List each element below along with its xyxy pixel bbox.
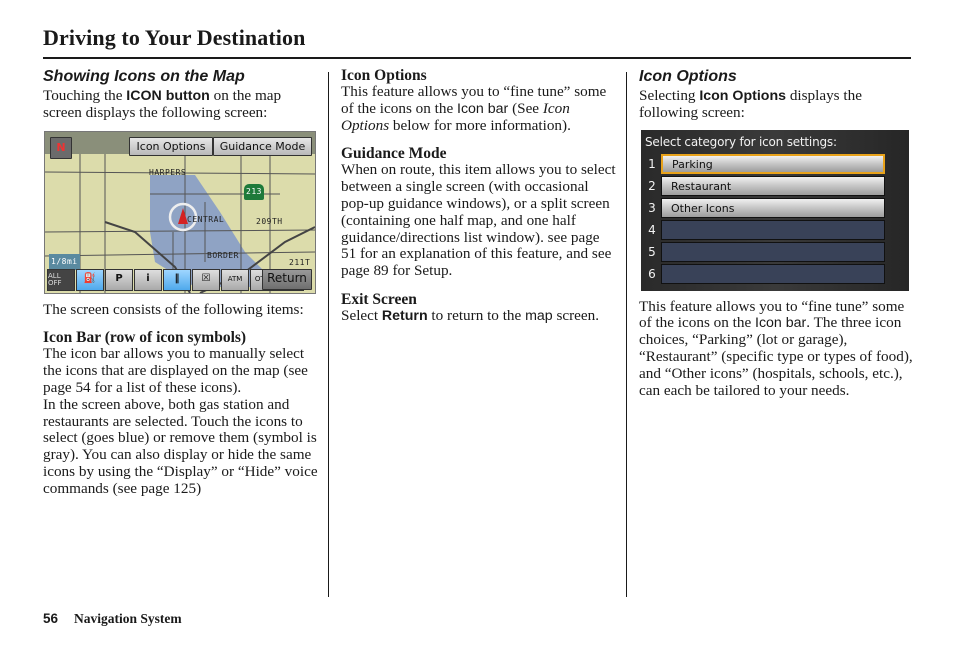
other-icons-option-button[interactable]: Other Icons bbox=[661, 197, 885, 218]
text: below for more information). bbox=[389, 116, 571, 134]
row-number: 1 bbox=[648, 156, 656, 171]
text: to return to the bbox=[427, 306, 526, 324]
guidance-mode-paragraph: When on route, this item allows you to s… bbox=[341, 161, 616, 280]
icon-options-button[interactable]: Icon Options bbox=[129, 136, 213, 156]
page-number: 56 bbox=[43, 611, 59, 626]
column-1: Showing Icons on the Map Touching the IC… bbox=[43, 67, 318, 498]
column-divider bbox=[328, 72, 329, 597]
option-row: 2 Restaurant bbox=[648, 175, 885, 196]
icon-options-description: This feature allows you to “fine tune” s… bbox=[639, 298, 914, 400]
option-row: 3 Other Icons bbox=[648, 197, 885, 218]
screen-items-intro: The screen consists of the following ite… bbox=[43, 300, 304, 318]
map-screen-image: N Icon Options Guidance Mode HARPERS CEN… bbox=[44, 130, 316, 294]
column-divider bbox=[626, 72, 627, 597]
return-button[interactable]: Return bbox=[262, 268, 312, 290]
icon-bar-term: Icon bar bbox=[457, 100, 509, 117]
options-screen-title: Select category for icon settings: bbox=[645, 134, 837, 149]
guidance-mode-heading: Guidance Mode bbox=[341, 145, 447, 163]
street-label: 209TH bbox=[256, 216, 283, 226]
restaurant-option-button[interactable]: Restaurant bbox=[661, 175, 885, 196]
icon-options-term: Icon Options bbox=[699, 88, 787, 104]
section-heading: Icon Options bbox=[639, 68, 737, 85]
restaurant-icon[interactable]: ‖ bbox=[163, 268, 191, 291]
street-label: BORDER bbox=[207, 250, 239, 260]
gas-station-icon[interactable]: ⛽ bbox=[76, 268, 104, 291]
street-label: HARPERS bbox=[149, 167, 187, 177]
text: Selecting bbox=[639, 87, 700, 104]
parking-option-button[interactable]: Parking bbox=[661, 153, 885, 174]
text: screen. bbox=[552, 306, 600, 324]
column-3: Icon Options Selecting Icon Options disp… bbox=[639, 67, 914, 399]
row-number: 6 bbox=[648, 266, 656, 281]
shopping-cart-icon[interactable]: ☒ bbox=[192, 268, 220, 291]
exit-screen-paragraph: Select Return to return to the map scree… bbox=[341, 306, 616, 325]
icon-options-screen-image: Select category for icon settings: 1 Par… bbox=[641, 129, 909, 291]
icon-bar-paragraph: The icon bar allows you to manually sele… bbox=[43, 345, 308, 396]
intro-paragraph: Touching the ICON button on the map scre… bbox=[43, 87, 318, 122]
page-title: Driving to Your Destination bbox=[43, 25, 306, 50]
title-rule bbox=[43, 57, 911, 59]
street-label: CENTRAL bbox=[187, 214, 225, 224]
option-row: 5 bbox=[648, 241, 885, 262]
icon-bar-term: Icon bar bbox=[755, 315, 807, 332]
exit-screen-heading: Exit Screen bbox=[341, 290, 417, 308]
icon-bar-heading: Icon Bar (row of icon symbols) bbox=[43, 329, 247, 347]
text: Select bbox=[341, 306, 382, 324]
column-2: Icon Options This feature allows you to … bbox=[341, 67, 616, 325]
return-term: Return bbox=[381, 307, 428, 324]
map-term: map bbox=[525, 307, 553, 324]
row-number: 2 bbox=[648, 178, 656, 193]
icon-bar-paragraph-2: In the screen above, both gas station an… bbox=[43, 395, 318, 497]
empty-option-slot bbox=[661, 219, 885, 240]
atm-icon[interactable]: ATM bbox=[221, 268, 249, 291]
text: (See bbox=[508, 99, 543, 117]
highway-shield-icon: 213 bbox=[244, 183, 264, 201]
all-off-button[interactable]: ALL OFF bbox=[47, 268, 75, 291]
guidance-mode-button[interactable]: Guidance Mode bbox=[213, 136, 312, 156]
icon-options-heading: Icon Options bbox=[341, 67, 427, 84]
option-row: 4 bbox=[648, 219, 885, 240]
icon-options-paragraph: This feature allows you to “fine tune” s… bbox=[341, 83, 616, 134]
row-number: 5 bbox=[648, 244, 656, 259]
empty-option-slot bbox=[661, 241, 885, 262]
option-row: 6 bbox=[648, 263, 885, 284]
option-row: 1 Parking bbox=[648, 153, 885, 174]
text: Touching the bbox=[43, 87, 127, 104]
empty-option-slot bbox=[661, 263, 885, 284]
section-heading: Showing Icons on the Map bbox=[43, 68, 245, 85]
row-number: 3 bbox=[648, 200, 656, 215]
footer-section-label: Navigation System bbox=[74, 611, 182, 626]
row-number: 4 bbox=[648, 222, 656, 237]
parking-icon[interactable]: P bbox=[105, 268, 133, 291]
page-footer: 56 Navigation System bbox=[43, 611, 182, 627]
icon-button-term: ICON button bbox=[126, 88, 210, 104]
info-icon[interactable]: i bbox=[134, 268, 162, 291]
north-up-icon[interactable]: N bbox=[50, 136, 72, 159]
intro-paragraph: Selecting Icon Options displays the foll… bbox=[639, 87, 914, 122]
